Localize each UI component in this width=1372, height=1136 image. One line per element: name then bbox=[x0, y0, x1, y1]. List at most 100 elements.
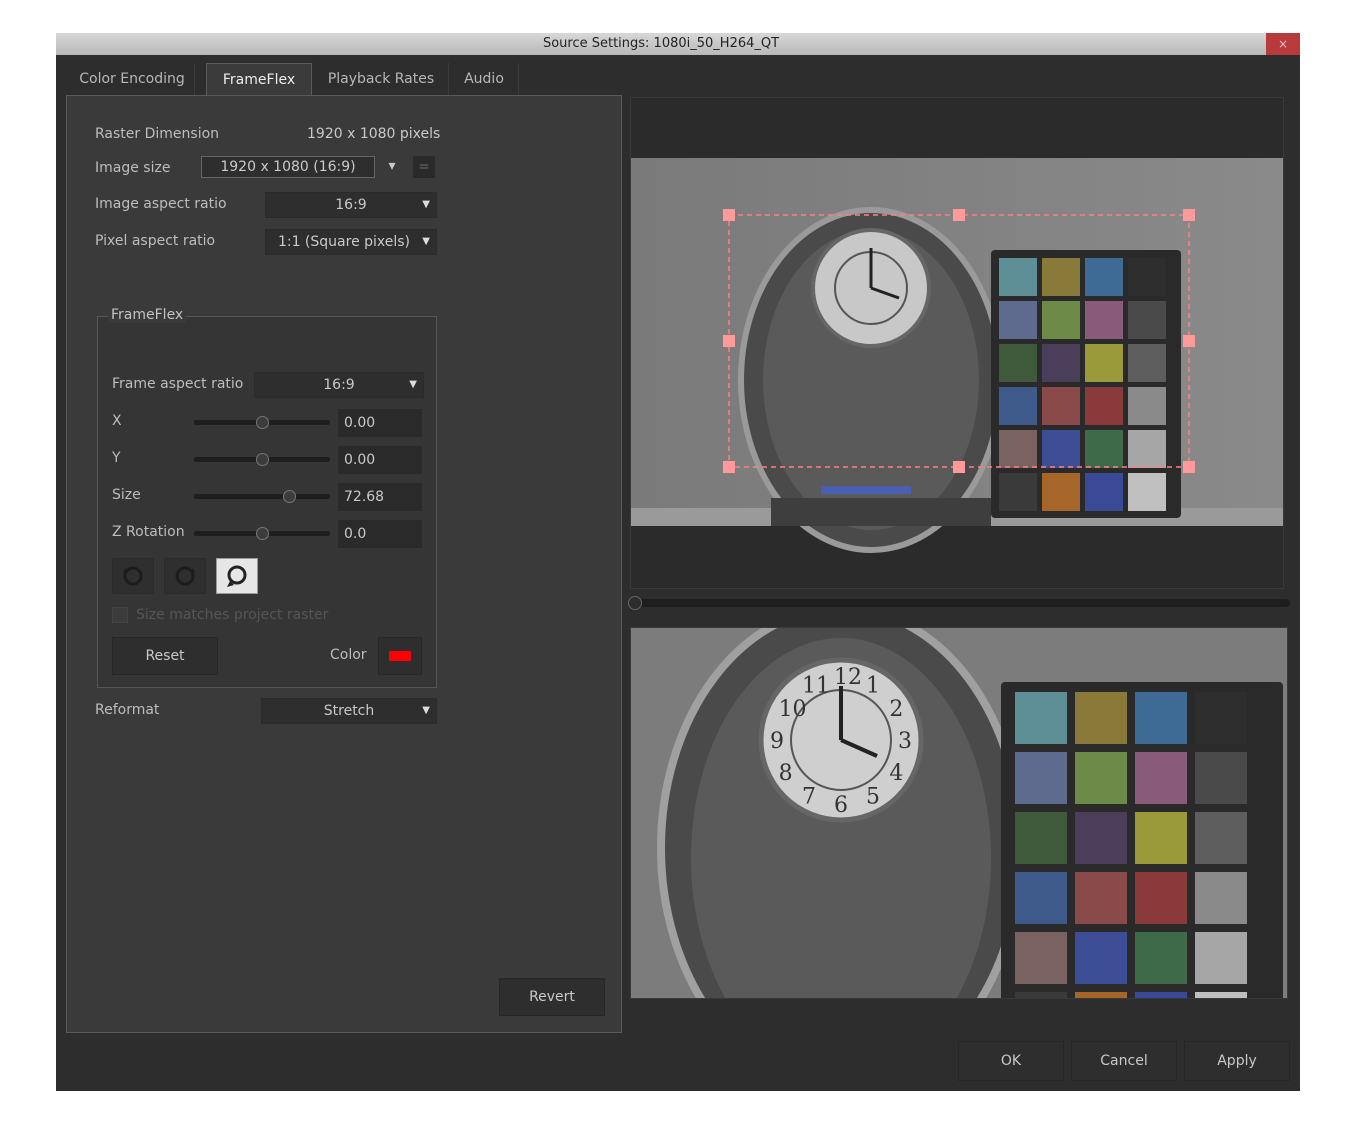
x-value-field[interactable]: 0.00 bbox=[338, 409, 422, 437]
clock-numeral: 10 bbox=[779, 697, 807, 722]
reformat-dropdown[interactable]: Stretch ▼ bbox=[261, 698, 437, 724]
color-patch bbox=[1195, 872, 1247, 924]
tab-color-encoding[interactable]: Color Encoding bbox=[70, 63, 195, 96]
color-patch bbox=[1195, 752, 1247, 804]
color-patch bbox=[1135, 872, 1187, 924]
clock-numeral: 12 bbox=[834, 665, 862, 690]
size-matches-checkbox[interactable] bbox=[112, 607, 128, 623]
color-patch bbox=[1128, 258, 1166, 296]
image-aspect-value: 16:9 bbox=[335, 197, 367, 213]
tab-playback-rates[interactable]: Playback Rates bbox=[314, 63, 449, 96]
color-patch bbox=[1015, 932, 1067, 984]
raster-dimension-value: 1920 x 1080 pixels bbox=[307, 126, 441, 142]
color-patch bbox=[1042, 473, 1080, 511]
color-patch bbox=[1195, 932, 1247, 984]
color-patch bbox=[1075, 752, 1127, 804]
cancel-button[interactable]: Cancel bbox=[1071, 1041, 1177, 1081]
tab-frameflex[interactable]: FrameFlex bbox=[206, 63, 312, 97]
reformat-value: Stretch bbox=[323, 703, 375, 719]
frame-aspect-value: 16:9 bbox=[323, 377, 355, 393]
overlay-color-button[interactable] bbox=[378, 637, 422, 675]
dropdown-arrow-icon: ▼ bbox=[422, 705, 430, 716]
rotate-left-icon bbox=[123, 566, 143, 586]
pixel-aspect-value: 1:1 (Square pixels) bbox=[277, 234, 411, 250]
image-size-dropdown[interactable]: 1920 x 1080 (16:9) bbox=[201, 156, 375, 178]
clock-numeral: 7 bbox=[802, 784, 816, 809]
color-label: Color bbox=[330, 647, 367, 663]
color-swatch bbox=[389, 651, 411, 661]
size-slider-thumb[interactable] bbox=[283, 490, 297, 503]
color-patch bbox=[1075, 992, 1127, 1044]
y-label: Y bbox=[112, 450, 121, 466]
color-patch bbox=[1085, 430, 1123, 468]
y-value-field[interactable]: 0.00 bbox=[338, 446, 422, 474]
title-bar[interactable]: Source Settings: 1080i_50_H264_QT × bbox=[56, 33, 1300, 55]
rotate-left-button[interactable] bbox=[112, 558, 154, 594]
color-patch bbox=[1085, 344, 1123, 382]
close-icon[interactable]: × bbox=[1266, 33, 1300, 55]
tab-audio[interactable]: Audio bbox=[450, 63, 519, 96]
reset-button[interactable]: Reset bbox=[112, 637, 218, 675]
pixel-aspect-label: Pixel aspect ratio bbox=[95, 233, 216, 249]
color-patch bbox=[1195, 812, 1247, 864]
color-patch bbox=[1042, 344, 1080, 382]
rotate-free-button[interactable] bbox=[216, 558, 258, 594]
color-patch bbox=[1042, 430, 1080, 468]
rotate-right-button[interactable] bbox=[164, 558, 206, 594]
size-slider[interactable] bbox=[194, 494, 330, 499]
output-viewer[interactable]: 12 1 2 3 4 5 6 7 8 9 10 11 bbox=[630, 604, 1288, 1092]
color-patch bbox=[1085, 301, 1123, 339]
color-patch bbox=[1042, 258, 1080, 296]
frameflex-group-title: FrameFlex bbox=[108, 307, 187, 323]
size-matches-label: Size matches project raster bbox=[136, 607, 329, 623]
pixel-aspect-dropdown[interactable]: 1:1 (Square pixels) ▼ bbox=[265, 229, 437, 255]
color-patch bbox=[1042, 387, 1080, 425]
clock-numeral: 4 bbox=[889, 761, 903, 786]
image-size-value: 1920 x 1080 (16:9) bbox=[220, 159, 356, 175]
dropdown-arrow-icon: ▼ bbox=[422, 236, 430, 247]
ok-button[interactable]: OK bbox=[958, 1041, 1064, 1081]
color-patch bbox=[1075, 812, 1127, 864]
z-rotation-label: Z Rotation bbox=[112, 524, 185, 540]
dropdown-arrow-icon: ▼ bbox=[422, 199, 430, 210]
source-viewer[interactable] bbox=[630, 97, 1284, 589]
color-patch bbox=[1135, 932, 1187, 984]
clock-numeral: 11 bbox=[802, 674, 830, 699]
rotate-right-icon bbox=[175, 566, 195, 586]
apply-button[interactable]: Apply bbox=[1184, 1041, 1290, 1081]
frameflex-panel: Raster Dimension 1920 x 1080 pixels Imag… bbox=[66, 95, 622, 1033]
color-patch bbox=[999, 387, 1037, 425]
y-slider-thumb[interactable] bbox=[256, 453, 269, 466]
color-patch bbox=[1015, 872, 1067, 924]
clock-numeral: 9 bbox=[770, 729, 784, 754]
revert-button[interactable]: Revert bbox=[499, 978, 605, 1016]
z-rotation-value-field[interactable]: 0.0 bbox=[338, 520, 422, 548]
color-patch bbox=[1195, 992, 1247, 1044]
x-label: X bbox=[112, 413, 122, 429]
color-patch bbox=[1128, 301, 1166, 339]
color-patch bbox=[999, 430, 1037, 468]
window-title: Source Settings: 1080i_50_H264_QT bbox=[542, 36, 780, 51]
color-patch bbox=[1195, 692, 1247, 744]
raster-dimension-label: Raster Dimension bbox=[95, 126, 220, 142]
scrub-handle[interactable] bbox=[628, 596, 642, 610]
clock-numeral: 6 bbox=[834, 793, 848, 818]
frame-aspect-label: Frame aspect ratio bbox=[112, 376, 244, 392]
dropdown-arrow-icon[interactable]: ▾ bbox=[385, 156, 399, 176]
x-slider-thumb[interactable] bbox=[256, 416, 269, 429]
size-value-field[interactable]: 72.68 bbox=[338, 483, 422, 511]
color-patch bbox=[1042, 301, 1080, 339]
color-patch bbox=[1075, 872, 1127, 924]
output-image: 12 1234567891011 bbox=[631, 604, 1287, 1092]
image-aspect-dropdown[interactable]: 16:9 ▼ bbox=[265, 192, 437, 218]
frame-aspect-dropdown[interactable]: 16:9 ▼ bbox=[254, 372, 424, 398]
scrub-bar[interactable] bbox=[630, 599, 1290, 607]
color-patch bbox=[1135, 812, 1187, 864]
source-image bbox=[631, 158, 1283, 553]
clock-numeral: 3 bbox=[898, 729, 912, 754]
z-rotation-slider-thumb[interactable] bbox=[256, 527, 269, 540]
image-size-label: Image size bbox=[95, 160, 171, 176]
color-patch bbox=[1075, 932, 1127, 984]
color-patch bbox=[1135, 692, 1187, 744]
image-size-extra-button[interactable]: = bbox=[413, 156, 435, 178]
